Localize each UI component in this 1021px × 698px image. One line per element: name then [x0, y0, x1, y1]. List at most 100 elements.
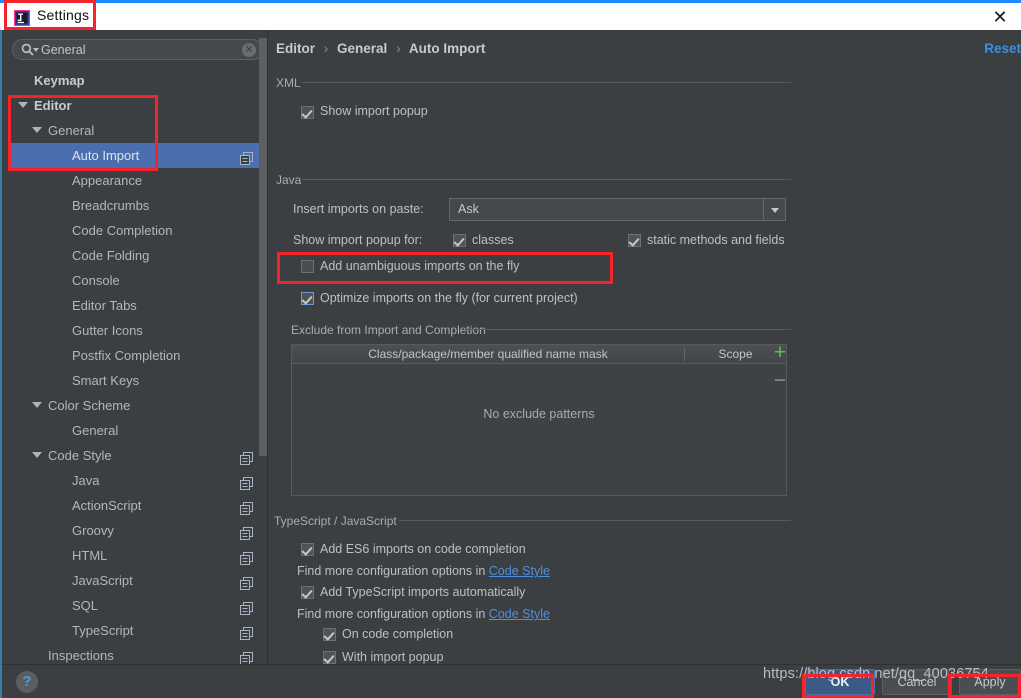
sidebar-item-label: JavaScript [72, 573, 133, 588]
group-title-tsjs: TypeScript / JavaScript [274, 514, 397, 528]
label-show-import-popup: Show import popup [320, 104, 428, 118]
sidebar-item-keymap[interactable]: Keymap [8, 68, 267, 93]
copy-settings-icon[interactable] [240, 548, 253, 565]
sidebar-item-typescript[interactable]: TypeScript [8, 618, 267, 643]
sidebar-item-label: SQL [72, 598, 99, 613]
sidebar-item-label: Smart Keys [72, 373, 140, 388]
breadcrumb-auto-import: Auto Import [408, 41, 486, 56]
search-input[interactable]: General ✕ [12, 39, 263, 60]
sidebar-item-console[interactable]: Console [8, 268, 267, 293]
intellij-logo-icon [14, 10, 30, 26]
copy-settings-icon[interactable] [240, 598, 253, 615]
sidebar-item-gutter-icons[interactable]: Gutter Icons [8, 318, 267, 343]
code-style-link-2[interactable]: Code Style [489, 607, 550, 621]
label-add-typescript-imports: Add TypeScript imports automatically [320, 585, 526, 599]
chevron-down-icon[interactable] [32, 402, 42, 408]
chevron-down-icon[interactable] [32, 452, 42, 458]
sidebar-scrollbar[interactable] [259, 38, 267, 456]
breadcrumb-separator: › [396, 41, 401, 56]
remove-pattern-button[interactable]: − [771, 370, 789, 391]
sidebar-item-code-style[interactable]: Code Style [8, 443, 267, 468]
settings-content: Editor › General › Auto Import Reset XML… [268, 30, 1021, 664]
search-clear-icon[interactable]: ✕ [242, 43, 256, 57]
table-toolbar: + − [771, 342, 793, 404]
sidebar-item-java[interactable]: Java [8, 468, 267, 493]
sidebar-item-auto-import[interactable]: Auto Import [8, 143, 267, 168]
checkbox-static-methods-and-fields[interactable] [628, 234, 641, 247]
copy-settings-icon[interactable] [240, 573, 253, 590]
sidebar-item-code-folding[interactable]: Code Folding [8, 243, 267, 268]
sidebar-item-code-completion[interactable]: Code Completion [8, 218, 267, 243]
checkbox-add-typescript-imports[interactable] [301, 586, 314, 599]
sidebar-item-appearance[interactable]: Appearance [8, 168, 267, 193]
hint-code-style-2: Find more configuration options in Code … [297, 607, 550, 621]
sidebar-item-editor[interactable]: Editor [8, 93, 267, 118]
search-options-chevron-down-icon[interactable] [33, 48, 39, 52]
exclude-patterns-table[interactable]: Class/package/member qualified name mask… [291, 344, 787, 496]
sidebar-item-general[interactable]: General [8, 418, 267, 443]
chevron-down-icon[interactable] [32, 127, 42, 133]
title-bar: Settings ✕ [0, 0, 1021, 30]
copy-settings-icon[interactable] [240, 523, 253, 540]
sidebar-item-inspections[interactable]: Inspections [8, 643, 267, 664]
settings-dialog: fw8842,02:00:4C:4F:4F:50fw8842,02:00:4C:… [0, 0, 1021, 698]
copy-settings-icon[interactable] [240, 623, 253, 640]
checkbox-with-import-popup[interactable] [323, 651, 336, 664]
breadcrumb-editor[interactable]: Editor [276, 41, 315, 56]
table-empty-message: No exclude patterns [483, 407, 595, 421]
copy-settings-icon[interactable] [240, 148, 253, 165]
column-header-name-mask[interactable]: Class/package/member qualified name mask [292, 347, 684, 361]
close-icon[interactable]: ✕ [989, 7, 1011, 29]
label-show-import-popup-for: Show import popup for: [293, 233, 423, 247]
code-style-link-1[interactable]: Code Style [489, 564, 550, 578]
sidebar-item-actionscript[interactable]: ActionScript [8, 493, 267, 518]
checkbox-classes[interactable] [453, 234, 466, 247]
sidebar-item-label: Appearance [72, 173, 143, 188]
insert-imports-on-paste-value: Ask [458, 202, 479, 216]
checkbox-on-code-completion[interactable] [323, 628, 336, 641]
chevron-down-icon[interactable] [18, 102, 28, 108]
sidebar-item-editor-tabs[interactable]: Editor Tabs [8, 293, 267, 318]
sidebar-item-color-scheme[interactable]: Color Scheme [8, 393, 267, 418]
checkbox-optimize-imports-on-the-fly[interactable] [301, 292, 314, 305]
sidebar-item-groovy[interactable]: Groovy [8, 518, 267, 543]
search-value: General [41, 43, 86, 57]
sidebar-item-sql[interactable]: SQL [8, 593, 267, 618]
help-icon[interactable]: ? [16, 671, 38, 693]
group-divider-exclude [465, 329, 791, 330]
copy-settings-icon[interactable] [240, 448, 253, 465]
insert-imports-on-paste-select[interactable]: Ask [449, 198, 786, 221]
group-title-xml: XML [276, 76, 301, 90]
hint-text-2: Find more configuration options in [297, 607, 489, 621]
checkbox-show-import-popup[interactable] [301, 106, 314, 119]
sidebar-item-label: Groovy [72, 523, 114, 538]
group-divider-java [302, 179, 791, 180]
add-pattern-button[interactable]: + [771, 342, 789, 363]
checkbox-add-unambiguous-imports[interactable] [301, 260, 314, 273]
url-watermark: https://blog.csdn.net/qq_40036754 [763, 666, 989, 682]
sidebar-item-label: Java [72, 473, 100, 488]
sidebar-item-postfix-completion[interactable]: Postfix Completion [8, 343, 267, 368]
sidebar-item-general[interactable]: General [8, 118, 267, 143]
sidebar-item-html[interactable]: HTML [8, 543, 267, 568]
reset-link[interactable]: Reset [984, 41, 1021, 56]
sidebar-item-label: Code Folding [72, 248, 150, 263]
label-add-unambiguous-imports: Add unambiguous imports on the fly [320, 259, 520, 273]
copy-settings-icon[interactable] [240, 648, 253, 664]
copy-settings-icon[interactable] [240, 498, 253, 515]
window-title: Settings [37, 7, 90, 23]
sidebar-item-smart-keys[interactable]: Smart Keys [8, 368, 267, 393]
label-optimize-imports-on-the-fly: Optimize imports on the fly (for current… [320, 291, 578, 305]
sidebar-item-label: Console [72, 273, 120, 288]
copy-settings-icon[interactable] [240, 473, 253, 490]
breadcrumb-general[interactable]: General [337, 41, 387, 56]
settings-tree[interactable]: Keymap Editor General Auto Import Appearance… [8, 68, 267, 664]
checkbox-add-es6-imports[interactable] [301, 543, 314, 556]
hint-code-style-1: Find more configuration options in Code … [297, 564, 550, 578]
chevron-down-icon[interactable] [763, 199, 785, 220]
sidebar-item-javascript[interactable]: JavaScript [8, 568, 267, 593]
sidebar-item-breadcrumbs[interactable]: Breadcrumbs [8, 193, 267, 218]
sidebar-item-label: HTML [72, 548, 108, 563]
sidebar-item-label: Breadcrumbs [72, 198, 150, 213]
sidebar-item-label: Postfix Completion [72, 348, 181, 363]
